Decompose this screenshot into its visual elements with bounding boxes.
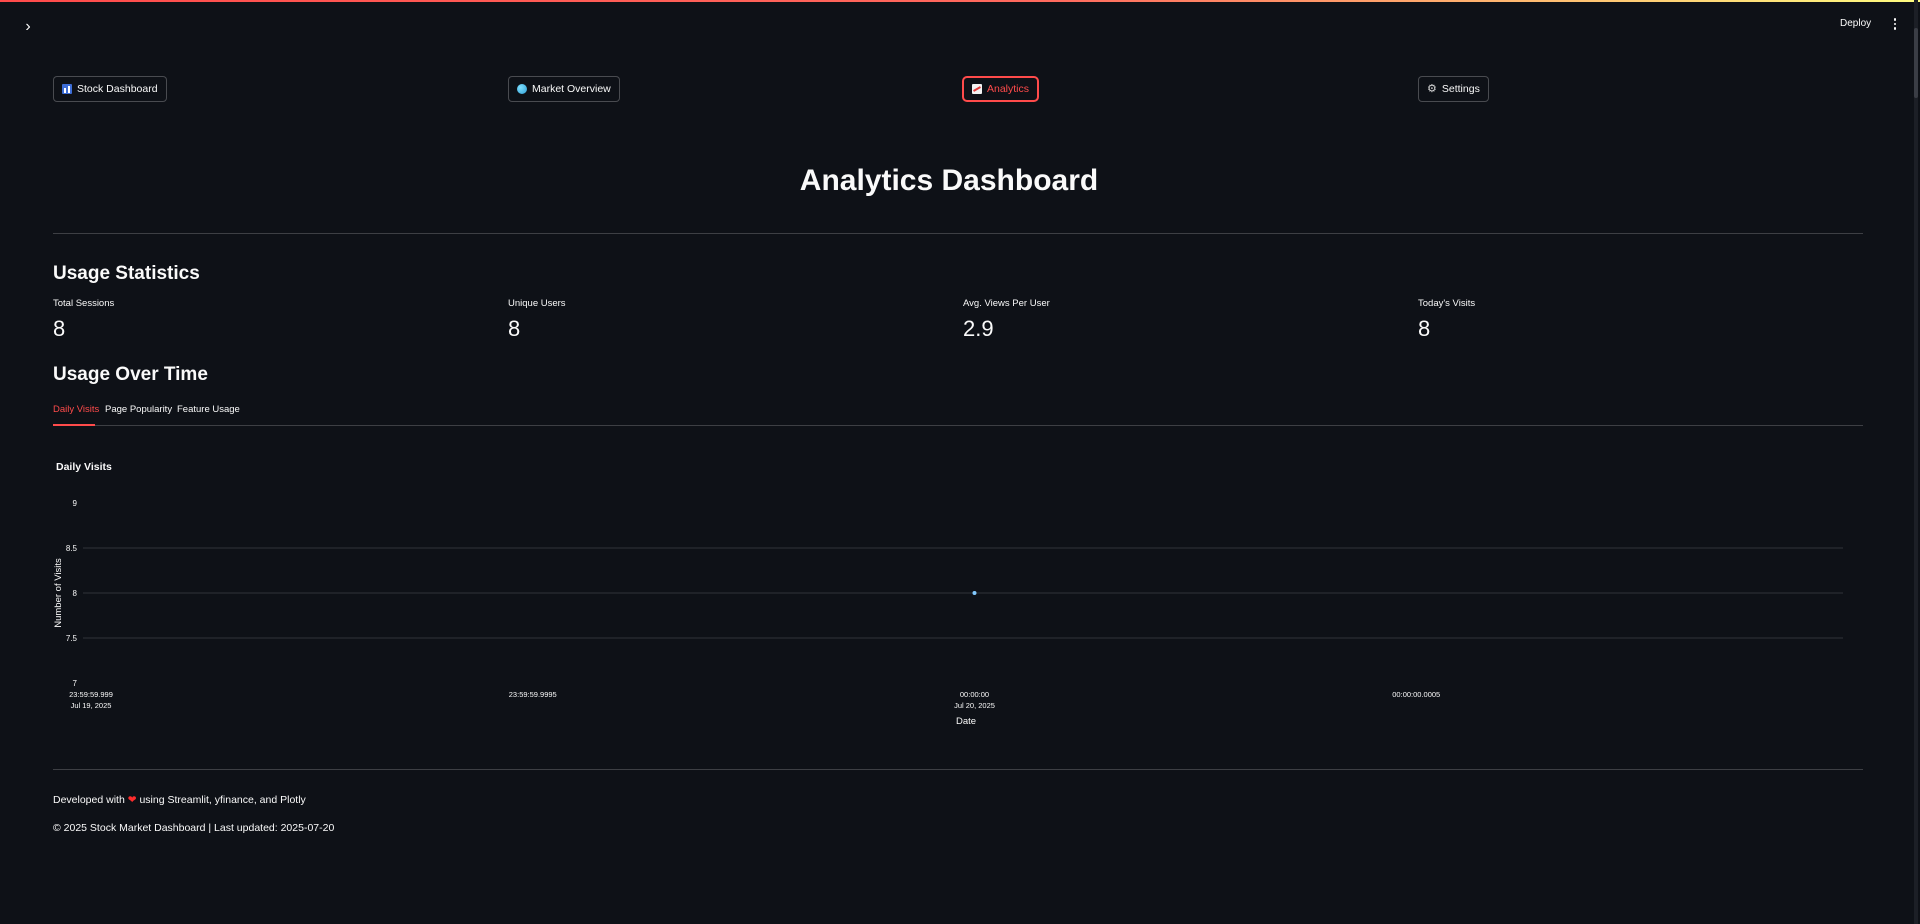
top-accent-bar (0, 0, 1920, 2)
x-tick-label: 23:59:59.999 (69, 690, 113, 699)
metric-label-todays-visits: Today's Visits (1418, 298, 1476, 309)
metric-value-unique-users: 8 (508, 316, 521, 341)
tab-page-popularity[interactable]: Page Popularity (105, 404, 172, 415)
metric-value-total-sessions: 8 (53, 316, 66, 341)
chart-title: Daily Visits (56, 461, 112, 473)
usage-statistics-heading: Usage Statistics (53, 263, 200, 284)
usage-over-time-heading: Usage Over Time (53, 364, 208, 385)
nav-button-label: Analytics (987, 83, 1030, 95)
y-axis-label: Number of Visits (53, 558, 64, 628)
scrollbar-track[interactable] (1914, 0, 1918, 924)
y-tick-label: 8 (73, 589, 78, 598)
gear-icon: ⚙ (1427, 82, 1437, 95)
x-tick-date-label: Jul 19, 2025 (71, 701, 112, 710)
nav-button-label: Settings (1441, 83, 1480, 95)
footer-dev-prefix: Developed with (53, 794, 125, 806)
y-tick-label: 7.5 (66, 634, 78, 643)
active-tab-underline (53, 424, 95, 426)
x-tick-label: 00:00:00 (960, 690, 989, 699)
title-divider (53, 233, 1863, 234)
nav-stock-dashboard-button[interactable]: Stock Dashboard (53, 76, 167, 102)
bar-chart-icon (62, 84, 72, 94)
tab-daily-visits[interactable]: Daily Visits (53, 404, 99, 415)
metric-value-avg-views: 2.9 (963, 316, 994, 341)
footer-dev-suffix: using Streamlit, yfinance, and Plotly (139, 794, 306, 806)
trend-chart-icon (972, 84, 982, 94)
scrollbar-thumb[interactable] (1914, 28, 1918, 98)
deploy-button[interactable]: Deploy (1840, 15, 1871, 33)
daily-visits-chart[interactable]: Daily Visits 9 8.5 8 7.5 7 23:59:59.999 Jul 1… (53, 452, 1863, 734)
footer-developed-with: Developed with ❤ using Streamlit, yfinan… (53, 794, 306, 806)
y-tick-label: 8.5 (66, 544, 78, 553)
metric-value-todays-visits: 8 (1418, 316, 1431, 341)
page-title: Analytics Dashboard (799, 164, 1099, 197)
nav-market-overview-button[interactable]: Market Overview (508, 76, 620, 102)
globe-icon (517, 84, 527, 94)
metric-label-total-sessions: Total Sessions (53, 298, 115, 309)
nav-analytics-button[interactable]: Analytics (962, 76, 1040, 102)
nav-button-label: Stock Dashboard (77, 83, 158, 95)
x-tick-date-label: Jul 20, 2025 (954, 701, 995, 710)
tab-bar-border (53, 425, 1863, 426)
sidebar-toggle-icon[interactable]: › (18, 17, 38, 37)
y-tick-label: 9 (73, 499, 78, 508)
x-tick-label: 00:00:00.0005 (1392, 690, 1440, 699)
x-tick-label: 23:59:59.9995 (509, 690, 557, 699)
tab-feature-usage[interactable]: Feature Usage (177, 404, 240, 415)
y-tick-label: 7 (73, 679, 78, 688)
nav-settings-button[interactable]: ⚙ Settings (1418, 76, 1489, 102)
metric-label-unique-users: Unique Users (508, 298, 566, 309)
data-point[interactable] (972, 591, 977, 595)
metric-label-avg-views: Avg. Views Per User (963, 298, 1050, 309)
nav-button-label: Market Overview (532, 83, 611, 95)
footer-divider (53, 769, 1863, 770)
footer-copyright: © 2025 Stock Market Dashboard | Last upd… (53, 822, 335, 834)
kebab-menu-icon[interactable] (1888, 14, 1902, 34)
heart-icon: ❤ (127, 794, 137, 806)
x-axis-label: Date (956, 716, 976, 727)
